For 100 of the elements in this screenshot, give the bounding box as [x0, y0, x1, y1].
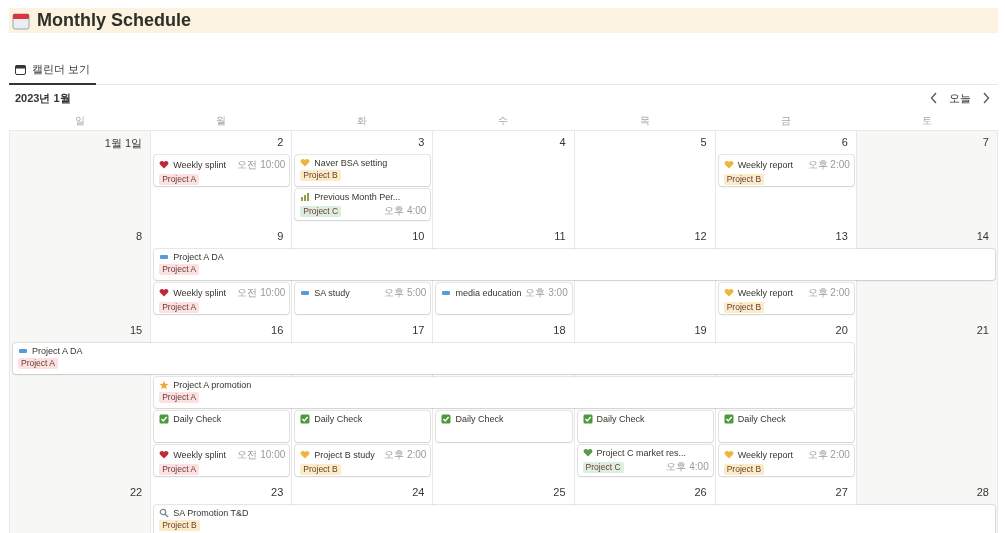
event-card[interactable]: Daily Check	[577, 411, 713, 442]
calendar-icon	[15, 64, 26, 75]
event-card[interactable]: Weekly report 오후 2:00 Project B	[718, 155, 854, 186]
event-card[interactable]: Daily Check	[718, 411, 854, 442]
event-title: Daily Check	[596, 414, 646, 424]
day-number: 18	[552, 323, 567, 338]
event-title: Weekly report	[737, 160, 795, 170]
project-tag: Project A	[159, 302, 200, 313]
event-card[interactable]: Weekly splint 오전 10:00 Project A	[154, 445, 290, 476]
event-title: SA study	[314, 288, 351, 298]
event-title: Weekly splint	[173, 450, 227, 460]
event-title: Daily Check	[173, 414, 223, 424]
day-number: 24	[411, 485, 426, 500]
day-number: 28	[975, 485, 990, 500]
event-title: Previous Month Per...	[314, 192, 402, 202]
project-tag: Project B	[723, 174, 765, 185]
day-number: 5	[699, 135, 708, 150]
day-number: 17	[411, 323, 426, 338]
event-card[interactable]: Project A promotion Project A	[154, 377, 854, 408]
event-title: media education	[455, 288, 522, 298]
event-card[interactable]: SA Promotion T&D Project B	[154, 505, 995, 533]
project-tag: Project C	[300, 205, 342, 217]
event-title: Weekly report	[737, 288, 795, 298]
day-number: 8	[135, 229, 144, 244]
project-tag: Project B	[300, 464, 341, 475]
day-number: 26	[693, 485, 708, 500]
event-title: Weekly splint	[173, 288, 227, 298]
event-title: Project C market res...	[596, 448, 688, 458]
event-title: Daily Check	[455, 414, 505, 424]
weekday-label: 화	[356, 113, 369, 128]
day-number: 20	[834, 323, 849, 338]
project-tag: Project A	[159, 174, 200, 185]
day-number: 12	[693, 229, 708, 244]
event-time: 오후 5:00	[384, 286, 427, 300]
day-number: 27	[834, 485, 849, 500]
day-number: 2	[276, 135, 285, 150]
today-button[interactable]: 오늘	[946, 88, 974, 108]
day-number: 10	[411, 229, 426, 244]
day-number: 4	[558, 135, 567, 150]
event-card[interactable]: Project A DA Project A	[13, 343, 854, 374]
day-number: 25	[552, 485, 567, 500]
event-time: 오후 2:00	[807, 448, 850, 462]
event-card[interactable]: Weekly splint 오전 10:00 Project A	[154, 283, 290, 314]
day-number: 16	[270, 323, 285, 338]
day-number: 21	[975, 323, 990, 338]
project-tag: Project A	[159, 264, 200, 275]
view-tab[interactable]: 캘린더 보기	[9, 59, 97, 85]
event-card[interactable]: media education 오후 3:00	[436, 283, 572, 314]
event-time: 오후 4:00	[384, 204, 427, 218]
event-title: Naver BSA setting	[314, 158, 389, 168]
event-title: Weekly splint	[173, 160, 227, 170]
weekday-label: 일	[73, 113, 86, 128]
project-tag: Project B	[723, 302, 765, 313]
event-card[interactable]: Project B study 오후 2:00 Project B	[295, 445, 431, 476]
event-card[interactable]: Weekly report 오후 2:00 Project B	[718, 283, 854, 314]
event-card[interactable]: Weekly report 오후 2:00 Project B	[718, 445, 854, 476]
day-number: 1월 1일	[103, 136, 144, 151]
event-card[interactable]: Naver BSA setting Project B	[295, 155, 431, 186]
day-number: 15	[128, 323, 144, 338]
project-tag: Project A	[159, 392, 200, 403]
weekday-label: 금	[780, 113, 793, 128]
month-label: 2023년 1월	[15, 90, 71, 106]
event-card[interactable]: SA study 오후 5:00	[295, 283, 431, 314]
event-time: 오전 10:00	[237, 448, 286, 462]
event-card[interactable]: Daily Check	[154, 411, 290, 442]
chevron-left-icon	[930, 92, 938, 104]
day-number: 7	[981, 135, 990, 150]
event-title: Project A DA	[32, 346, 84, 356]
project-tag: Project B	[159, 520, 200, 531]
event-time: 오후 2:00	[807, 286, 850, 300]
project-tag: Project B	[723, 464, 765, 475]
event-title: Daily Check	[314, 414, 364, 424]
weekday-label: 월	[214, 113, 227, 128]
event-card[interactable]: Weekly splint 오전 10:00 Project A	[154, 155, 290, 186]
weekday-label: 수	[497, 113, 510, 128]
event-title: Project B study	[314, 450, 376, 460]
day-number: 6	[840, 135, 849, 150]
event-card[interactable]: Daily Check	[436, 411, 572, 442]
event-time: 오후 2:00	[807, 158, 850, 172]
project-tag: Project C	[582, 461, 624, 473]
day-number: 23	[270, 485, 285, 500]
event-title: Weekly report	[737, 450, 795, 460]
day-number: 3	[417, 135, 426, 150]
event-title: Project A DA	[173, 252, 225, 262]
event-title: Daily Check	[737, 414, 787, 424]
event-time: 오후 2:00	[384, 448, 427, 462]
weekday-label: 목	[638, 113, 651, 128]
event-card[interactable]: Daily Check	[295, 411, 431, 442]
day-number: 9	[276, 229, 285, 244]
day-number: 14	[975, 229, 990, 244]
day-number: 11	[553, 229, 567, 244]
page-title: Monthly Schedule	[37, 10, 191, 31]
event-title: SA Promotion T&D	[173, 508, 250, 518]
weekday-label: 토	[921, 113, 934, 128]
event-card[interactable]: Project C market res... Project C 오후 4:00	[577, 445, 713, 476]
event-card[interactable]: Project A DA Project A	[154, 249, 995, 280]
event-time: 오후 4:00	[666, 460, 709, 474]
event-card[interactable]: Previous Month Per... Project C 오후 4:00	[295, 189, 431, 220]
project-tag: Project B	[300, 170, 341, 181]
project-tag: Project A	[159, 464, 200, 475]
